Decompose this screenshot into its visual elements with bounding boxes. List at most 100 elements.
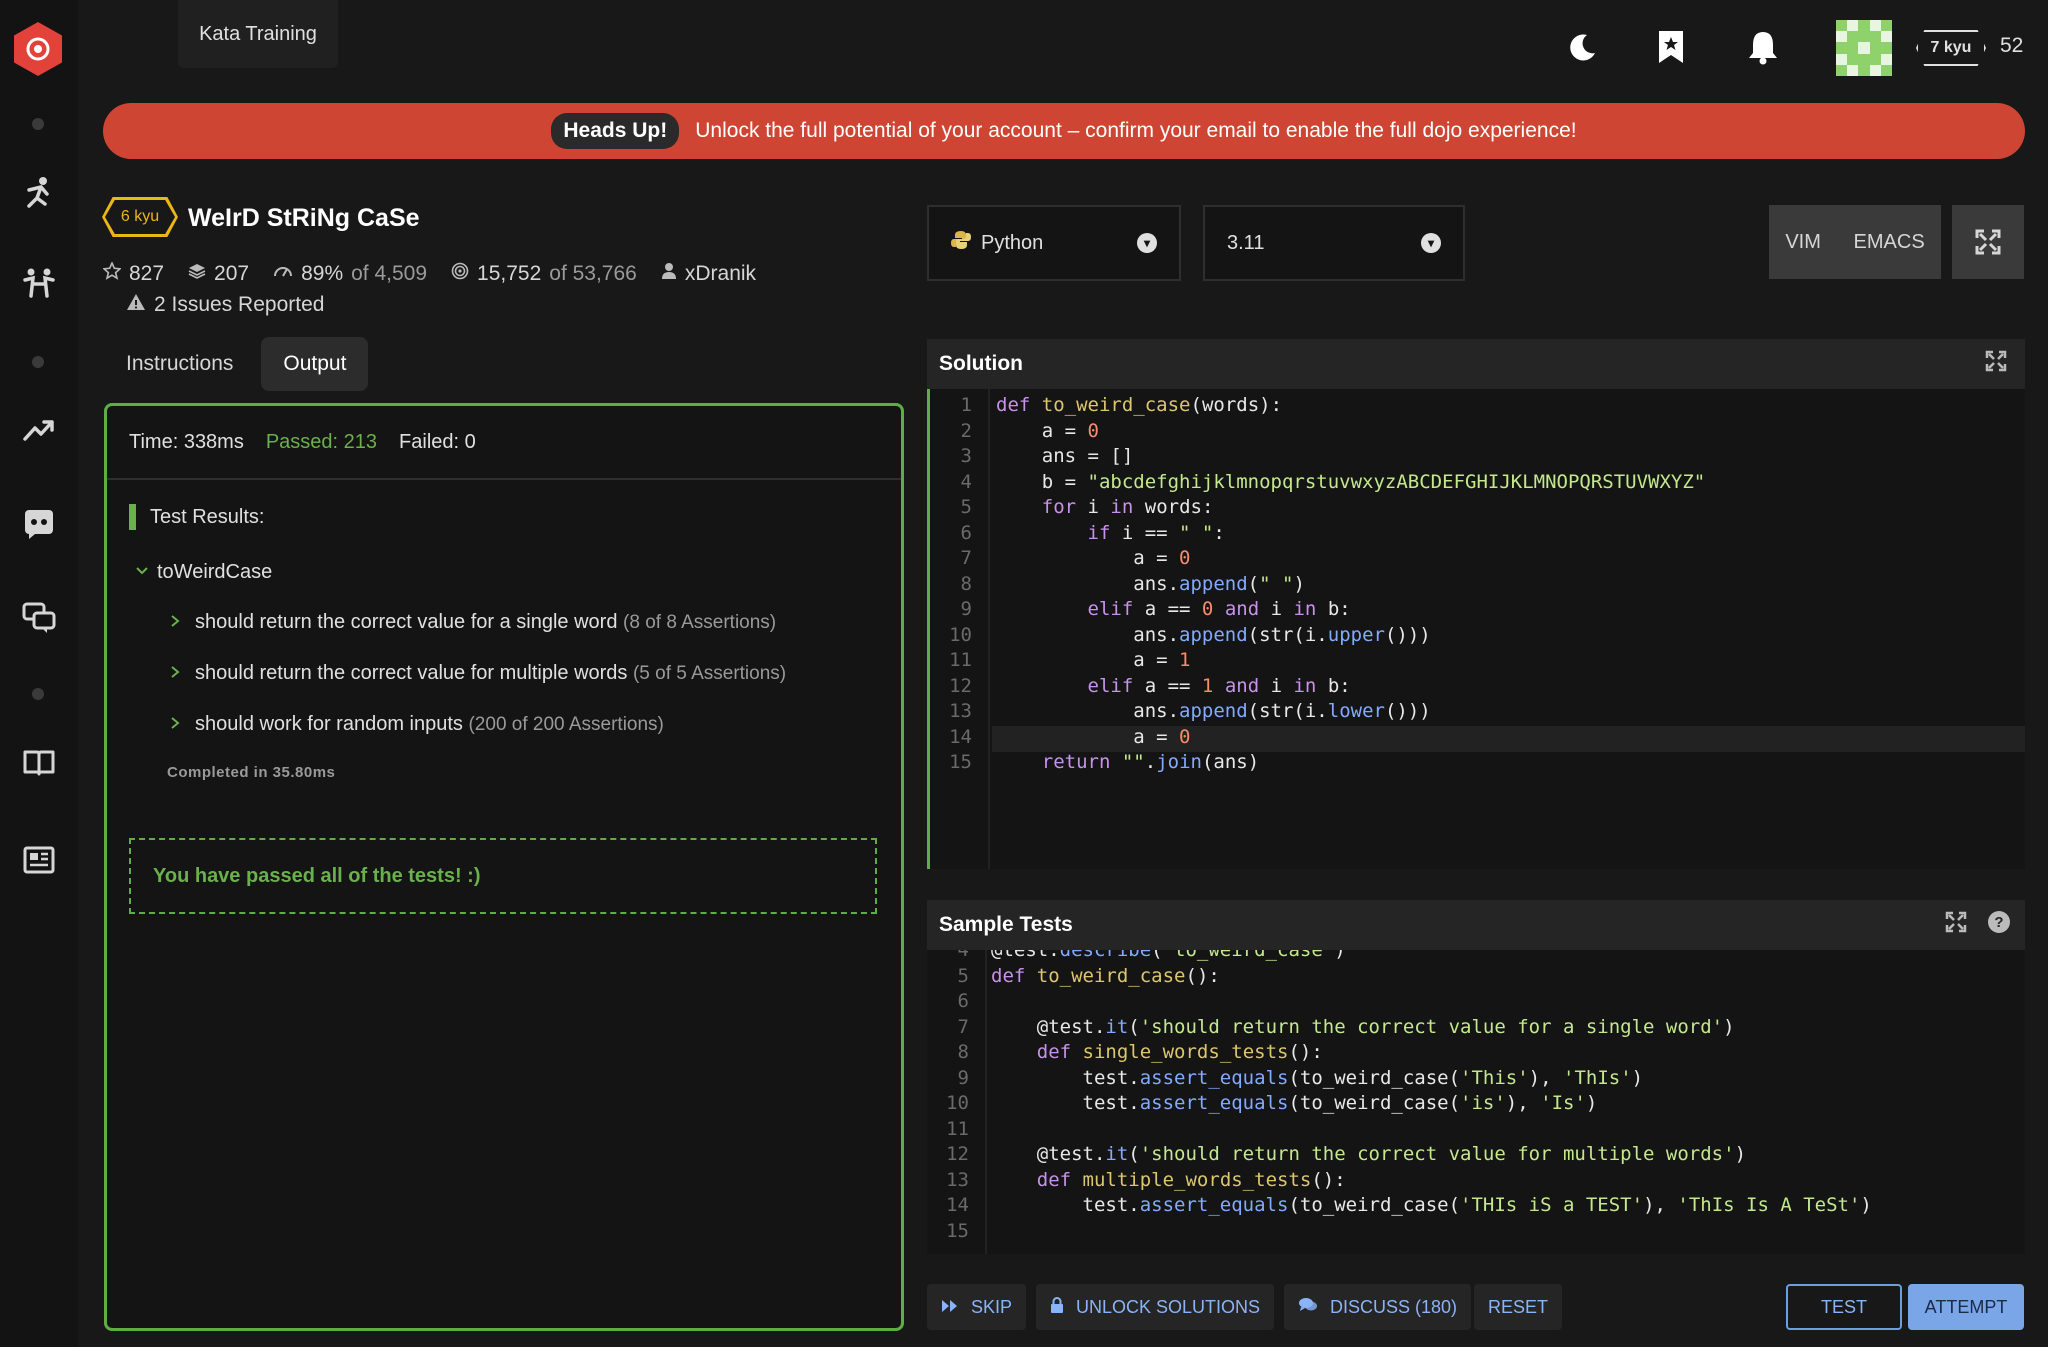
user-rank-badge[interactable]: 7 kyu: [1918, 32, 1984, 64]
chevron-down-icon: [135, 561, 149, 584]
results-bar: [129, 504, 136, 530]
completed-time: Completed in 35.80ms: [167, 764, 336, 781]
honor-points: 52: [2000, 34, 2024, 57]
tab-instructions[interactable]: Instructions: [104, 337, 255, 391]
leaderboard-trend-icon[interactable]: [17, 408, 61, 452]
sample-tests-code: @test.describe('to_weird_case') def to_we…: [991, 950, 1872, 1216]
docs-book-icon[interactable]: [17, 740, 61, 784]
dark-mode-moon-icon[interactable]: [1560, 24, 1606, 70]
language-select[interactable]: Python ▾: [927, 205, 1181, 281]
fast-forward-icon: [941, 1297, 959, 1318]
training-icon[interactable]: [17, 262, 61, 306]
pass-message: You have passed all of the tests! :): [129, 838, 877, 914]
test-case-label: should work for random inputs: [195, 713, 463, 735]
run-time: Time: 338ms: [129, 430, 244, 453]
emacs-mode-button[interactable]: EMACS: [1854, 231, 1925, 254]
practice-icon[interactable]: [17, 170, 61, 214]
vim-mode-button[interactable]: VIM: [1785, 231, 1821, 254]
user-avatar[interactable]: [1836, 20, 1892, 76]
test-case[interactable]: should return the correct value for mult…: [169, 662, 786, 685]
output-panel: Time: 338ms Passed: 213 Failed: 0 Test R…: [104, 403, 904, 1331]
sample-tests-editor[interactable]: 4 5 6 7 8 9 10 11 12 13 14 15 @test.desc…: [927, 950, 2025, 1254]
expand-icon[interactable]: [1945, 911, 1967, 939]
fullscreen-icon[interactable]: [1952, 205, 2024, 279]
banner-message[interactable]: Unlock the full potential of your accoun…: [695, 119, 1576, 143]
attempt-button[interactable]: ATTEMPT: [1908, 1284, 2024, 1330]
sample-tests-header: Sample Tests ?: [927, 900, 2025, 950]
version-select[interactable]: 3.11 ▾: [1203, 205, 1465, 281]
kata-stats: 827 207 89% of 4,509 15,752 of 53,766 xD…: [102, 260, 756, 286]
svg-text:?: ?: [1994, 914, 2003, 931]
test-case-detail: (200 of 200 Assertions): [468, 714, 664, 735]
stars-count: 827: [129, 262, 165, 285]
test-case[interactable]: should work for random inputs (200 of 20…: [169, 713, 664, 736]
kata-title: WeIrD StRiNg CaSe: [188, 204, 420, 232]
unlock-label: UNLOCK SOLUTIONS: [1076, 1296, 1261, 1317]
collections-stat[interactable]: 207: [188, 262, 249, 286]
blog-news-icon[interactable]: [17, 838, 61, 882]
solution-editor[interactable]: 1 2 3 4 5 6 7 8 9 10 11 12 13 14 15 def …: [927, 389, 2025, 869]
sidebar: [0, 0, 78, 1347]
passed-count: Passed: 213: [265, 430, 378, 453]
editor-mode-toggle: VIM EMACS: [1769, 205, 1941, 279]
failed-count: Failed: 0: [399, 430, 476, 453]
lock-icon: [1050, 1296, 1064, 1318]
discord-icon[interactable]: [17, 501, 61, 545]
satisfaction-rate: 89%: [301, 262, 344, 285]
language-value: Python: [981, 231, 1044, 254]
solution-title: Solution: [939, 352, 1023, 375]
unlock-solutions-button[interactable]: UNLOCK SOLUTIONS: [1036, 1284, 1275, 1330]
collections-count: 207: [214, 262, 250, 285]
python-icon: [951, 230, 971, 256]
issues-link[interactable]: 2 Issues Reported: [126, 293, 324, 317]
comments-icon: [1298, 1297, 1318, 1318]
sample-tests-gutter: 4 5 6 7 8 9 10 11 12 13 14 15: [946, 950, 969, 1242]
test-case-label: should return the correct value for mult…: [195, 662, 628, 684]
completed-attempts: of 53,766: [549, 262, 637, 285]
test-case[interactable]: should return the correct value for a si…: [169, 611, 776, 634]
gauge-icon: [273, 262, 293, 286]
discuss-button[interactable]: DISCUSS (180): [1284, 1284, 1472, 1330]
skip-label: SKIP: [971, 1296, 1013, 1317]
suite-name: toWeirdCase: [157, 561, 273, 583]
help-icon[interactable]: ?: [1987, 910, 2011, 940]
sidebar-divider-dot: [32, 118, 44, 130]
author-stat[interactable]: xDranik: [661, 262, 756, 286]
codewars-logo-icon[interactable]: [14, 22, 62, 76]
solution-code: def to_weird_case(words): a = 0 ans = []…: [996, 394, 1706, 773]
target-icon: [451, 262, 469, 286]
discuss-label: DISCUSS (180): [1330, 1296, 1458, 1317]
test-button[interactable]: TEST: [1786, 1284, 1902, 1330]
completed-stat: 15,752 of 53,766: [451, 262, 637, 286]
sidebar-divider-dot: [32, 356, 44, 368]
bookmark-star-icon[interactable]: [1648, 24, 1694, 70]
stars-stat[interactable]: 827: [102, 260, 165, 286]
satisfaction-stat: 89% of 4,509: [273, 262, 427, 286]
satisfaction-votes: of 4,509: [351, 262, 428, 285]
expand-icon[interactable]: [1985, 350, 2007, 378]
email-confirm-banner: Heads Up! Unlock the full potential of y…: [103, 103, 2025, 159]
test-results-heading: Test Results:: [129, 504, 264, 530]
sample-tests-title: Sample Tests: [939, 913, 1073, 936]
user-icon: [661, 262, 677, 286]
left-tabs: Instructions Output: [104, 337, 369, 391]
solution-header: Solution: [927, 339, 2025, 389]
kata-training-tab[interactable]: Kata Training: [178, 0, 338, 68]
test-case-label: should return the correct value for a si…: [195, 611, 618, 633]
solution-gutter: 1 2 3 4 5 6 7 8 9 10 11 12 13 14 15: [949, 394, 972, 773]
output-summary: Time: 338ms Passed: 213 Failed: 0: [107, 406, 901, 480]
chevron-right-icon: [169, 611, 181, 634]
reset-button[interactable]: RESET: [1474, 1284, 1563, 1330]
notifications-bell-icon[interactable]: [1740, 24, 1786, 70]
chevron-right-icon: [169, 713, 181, 736]
test-suite-toweirdcase[interactable]: toWeirdCase: [135, 561, 272, 584]
star-icon: [102, 260, 122, 286]
version-value: 3.11: [1227, 231, 1265, 254]
skip-button[interactable]: SKIP: [927, 1284, 1027, 1330]
test-results-label: Test Results:: [150, 505, 265, 528]
tab-output[interactable]: Output: [261, 337, 369, 391]
discussions-icon[interactable]: [17, 595, 61, 639]
issues-text: 2 Issues Reported: [154, 293, 325, 316]
chevron-down-icon: ▾: [1421, 233, 1441, 253]
sidebar-divider-dot: [32, 688, 44, 700]
